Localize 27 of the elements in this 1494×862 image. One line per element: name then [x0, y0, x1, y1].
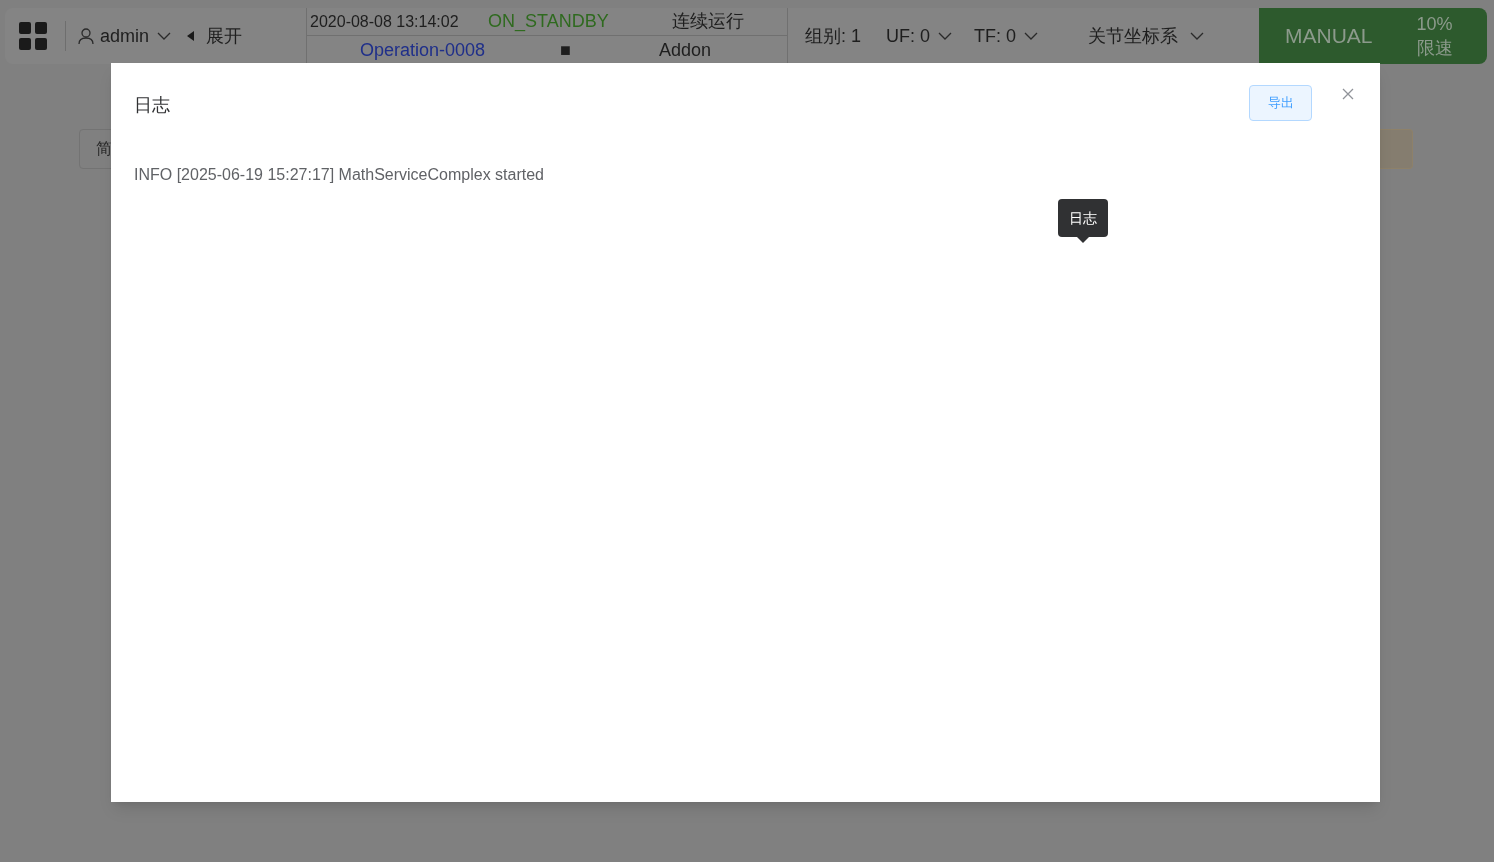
chevron-down-icon: [1190, 32, 1205, 40]
run-mode-text: 连续运行: [672, 10, 745, 33]
program-name: Operation-0008: [360, 38, 487, 62]
speed-text: 10%: [1416, 13, 1453, 36]
log-line: INFO [2025-06-19 15:27:17] MathServiceComplex started: [134, 165, 545, 185]
caret-left-icon: [187, 31, 195, 41]
stop-symbol: ■: [560, 38, 572, 62]
close-icon[interactable]: [1342, 88, 1354, 100]
export-button[interactable]: 导出: [1249, 85, 1312, 121]
status-text: ON_STANDBY: [488, 10, 610, 34]
speed-label: 限速: [1416, 37, 1453, 60]
tooltip: 日志: [1058, 199, 1108, 243]
addon-text: Addon: [659, 38, 712, 62]
group-text: 组别: 1: [805, 24, 862, 48]
user-icon: [78, 27, 94, 45]
dialog-title: 日志: [134, 94, 170, 117]
mode-text: MANUAL: [1285, 23, 1373, 50]
chevron-down-icon: [938, 32, 953, 40]
uf-dropdown[interactable]: UF: 0: [886, 22, 953, 50]
apps-grid-icon[interactable]: [19, 22, 47, 50]
expand-button[interactable]: 展开: [187, 22, 243, 50]
datetime-text: 2020-08-08 13:14:02: [310, 11, 460, 32]
coordinate-dropdown[interactable]: 关节坐标系: [1088, 22, 1205, 50]
user-menu[interactable]: admin: [78, 22, 172, 50]
chevron-down-icon: [1024, 32, 1039, 40]
chevron-down-icon: [157, 32, 172, 40]
tf-dropdown[interactable]: TF: 0: [974, 22, 1039, 50]
